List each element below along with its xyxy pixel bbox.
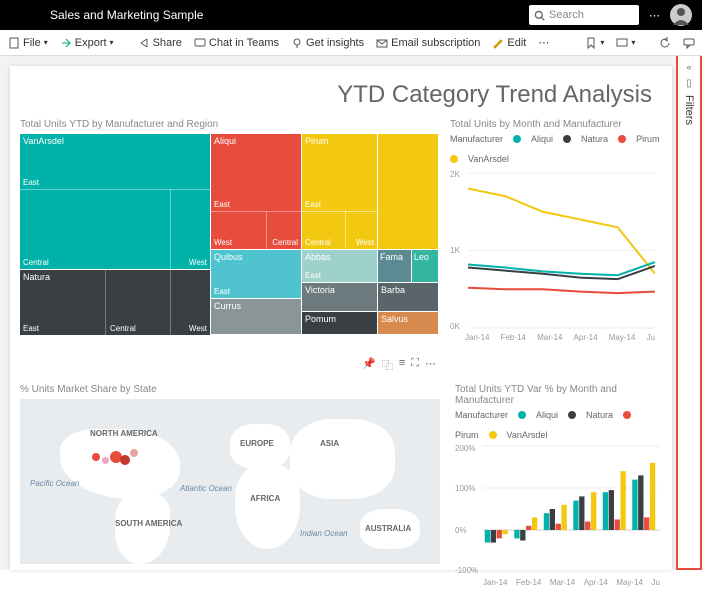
chevron-down-icon: ▾ (44, 38, 48, 47)
edit-button[interactable]: Edit (492, 37, 526, 49)
line-chart-title: Total Units by Month and Manufacturer (450, 119, 662, 130)
filter-icon[interactable]: ≡ (399, 357, 405, 373)
tm-pirum-ext[interactable] (378, 134, 438, 249)
tm-abbas[interactable]: Abbas East (302, 250, 377, 282)
topbar-more-button[interactable]: ⋯ (649, 9, 660, 22)
view-icon (616, 37, 628, 49)
tm-pomum[interactable]: Pomum (302, 312, 377, 334)
email-subscription-button[interactable]: Email subscription (376, 37, 480, 49)
dot-vanarsdel (450, 155, 458, 163)
map-tile[interactable]: % Units Market Share by State NORTH AMER… (20, 384, 440, 614)
line-chart-visual[interactable]: 2K 1K 0K Jan-14Feb-14Mar-14Apr-14May-14J… (450, 168, 655, 378)
bookmark-outline-icon[interactable]: ▯ (686, 78, 692, 89)
line-legend: Manufacturer Aliqui Natura Pirum VanArsd… (450, 134, 662, 164)
lightbulb-icon (291, 37, 303, 49)
comment-icon (683, 37, 695, 49)
tm-barba[interactable]: Barba (378, 283, 438, 311)
tm-vanarsdel[interactable]: VanArsdel East Central West (20, 134, 210, 269)
dot-natura (563, 135, 571, 143)
file-button[interactable]: File▾ (8, 37, 48, 49)
cmdbar-more-button[interactable]: ⋯ (538, 36, 549, 49)
tm-currus[interactable]: Currus (211, 299, 301, 334)
refresh-icon (659, 37, 671, 49)
bar-legend: Manufacturer Aliqui Natura Pirum VanArsd… (455, 410, 662, 440)
treemap-tile[interactable]: Total Units YTD by Manufacturer and Regi… (20, 119, 440, 378)
report-title: Sales and Marketing Sample (10, 8, 529, 22)
dot-pirum (623, 411, 631, 419)
teams-icon (194, 37, 206, 49)
view-button[interactable]: ▾ (616, 37, 635, 49)
map-title: % Units Market Share by State (20, 384, 440, 395)
get-insights-button[interactable]: Get insights (291, 37, 364, 49)
app-topbar: Sales and Marketing Sample Search ⋯ (0, 0, 702, 30)
line-chart-tile[interactable]: Total Units by Month and Manufacturer Ma… (450, 119, 662, 378)
tm-natura[interactable]: Natura East Central West (20, 270, 210, 335)
tm-victoria[interactable]: Victoria (302, 283, 377, 311)
bar-chart-tile[interactable]: Total Units YTD Var % by Month and Manuf… (455, 384, 662, 614)
bookmark-icon (585, 37, 597, 49)
copy-icon[interactable]: ⿻ (382, 357, 393, 373)
command-bar: File▾ Export▾ Share Chat in Teams Get in… (0, 30, 702, 56)
search-box[interactable]: Search (529, 5, 639, 25)
dot-vanarsdel (489, 431, 497, 439)
tm-fama-leo[interactable]: Fama Leo (378, 250, 438, 282)
visual-more-button[interactable]: ⋯ (425, 357, 436, 373)
bookmark-button[interactable]: ▾ (585, 37, 604, 49)
filters-pane[interactable]: « ▯ Filters (676, 56, 702, 570)
file-icon (8, 37, 20, 49)
chevron-down-icon: ▾ (110, 38, 114, 47)
refresh-button[interactable] (659, 37, 671, 49)
mail-icon (376, 37, 388, 49)
visual-actions: 📌 ⿻ ≡ ⛶ ⋯ (20, 354, 440, 376)
comment-button[interactable] (683, 37, 695, 49)
dot-natura (568, 411, 576, 419)
pencil-icon (492, 37, 504, 49)
dot-aliqui (518, 411, 526, 419)
report-page: YTD Category Trend Analysis Total Units … (10, 66, 672, 570)
bar-chart-title: Total Units YTD Var % by Month and Manuf… (455, 384, 662, 406)
focus-icon[interactable]: ⛶ (411, 357, 419, 373)
share-button[interactable]: Share (138, 37, 182, 49)
treemap-title: Total Units YTD by Manufacturer and Regi… (20, 119, 440, 130)
treemap-visual[interactable]: VanArsdel East Central West Natura East (20, 134, 440, 354)
dot-aliqui (513, 135, 521, 143)
filters-label: Filters (683, 95, 695, 125)
export-button[interactable]: Export▾ (60, 37, 114, 49)
bar-chart-visual[interactable]: 200% 100% 0% -100% Jan-14Feb-14Mar-14Apr… (455, 444, 660, 614)
tm-pirum[interactable]: Pirum East Central West (302, 134, 377, 249)
search-placeholder: Search (549, 9, 584, 21)
map-visual[interactable]: NORTH AMERICA SOUTH AMERICA EUROPE AFRIC… (20, 399, 440, 564)
dot-pirum (618, 135, 626, 143)
report-canvas: YTD Category Trend Analysis Total Units … (0, 56, 702, 570)
search-icon (534, 10, 545, 21)
pin-icon[interactable]: 📌 (362, 357, 376, 373)
tm-quibus[interactable]: Quibus East (211, 250, 301, 298)
collapse-icon[interactable]: « (686, 62, 691, 72)
user-avatar[interactable] (670, 4, 692, 26)
tm-salvus[interactable]: Salvus (378, 312, 438, 334)
page-title: YTD Category Trend Analysis (20, 81, 652, 109)
share-icon (138, 37, 150, 49)
tm-aliqui[interactable]: Aliqui East West Central (211, 134, 301, 249)
chat-teams-button[interactable]: Chat in Teams (194, 37, 279, 49)
export-icon (60, 37, 72, 49)
